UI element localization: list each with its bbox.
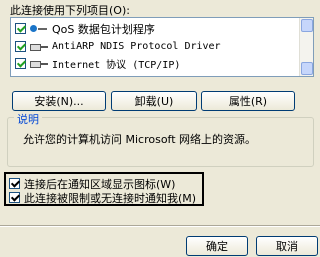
protocol-icon bbox=[30, 59, 48, 69]
scroll-down-button[interactable] bbox=[301, 62, 313, 75]
scroll-up-button[interactable] bbox=[301, 19, 313, 32]
list-item-label: Internet 协议 (TCP/IP) bbox=[52, 60, 181, 71]
components-list[interactable]: QoS 数据包计划程序 AntiARP NDIS Protocol Driver… bbox=[10, 17, 314, 77]
cancel-button[interactable]: 取消 bbox=[256, 236, 318, 256]
list-item-antiarp[interactable]: AntiARP NDIS Protocol Driver bbox=[15, 39, 221, 54]
tcpip-checkbox[interactable] bbox=[15, 58, 26, 69]
properties-button[interactable]: 属性(R) bbox=[201, 91, 295, 111]
install-button[interactable]: 安装(N)... bbox=[12, 91, 106, 111]
notify-label: 此连接被限制或无连接时通知我(M) bbox=[24, 191, 197, 205]
qos-checkbox[interactable] bbox=[15, 23, 26, 34]
qos-icon bbox=[30, 23, 48, 34]
list-scrollbar[interactable] bbox=[299, 18, 313, 76]
antiarp-checkbox[interactable] bbox=[15, 41, 26, 52]
list-item-qos[interactable]: QoS 数据包计划程序 bbox=[15, 21, 155, 36]
description-text: 允许您的计算机访问 Microsoft 网络上的资源。 bbox=[23, 133, 257, 146]
description-legend: 说明 bbox=[14, 111, 42, 127]
list-item-label: AntiARP NDIS Protocol Driver bbox=[52, 41, 221, 52]
dialog-separator bbox=[0, 225, 320, 227]
protocol-icon bbox=[30, 42, 48, 52]
ok-button[interactable]: 确定 bbox=[186, 236, 248, 256]
notify-option[interactable]: 此连接被限制或无连接时通知我(M) bbox=[9, 190, 196, 205]
show-icon-checkbox[interactable] bbox=[9, 178, 20, 189]
notify-checkbox[interactable] bbox=[9, 192, 20, 203]
uninstall-button[interactable]: 卸载(U) bbox=[111, 91, 197, 111]
list-item-label: QoS 数据包计划程序 bbox=[52, 22, 155, 36]
list-item-tcpip[interactable]: Internet 协议 (TCP/IP) bbox=[15, 56, 180, 71]
components-label: 此连接使用下列项目(O): bbox=[10, 4, 130, 17]
